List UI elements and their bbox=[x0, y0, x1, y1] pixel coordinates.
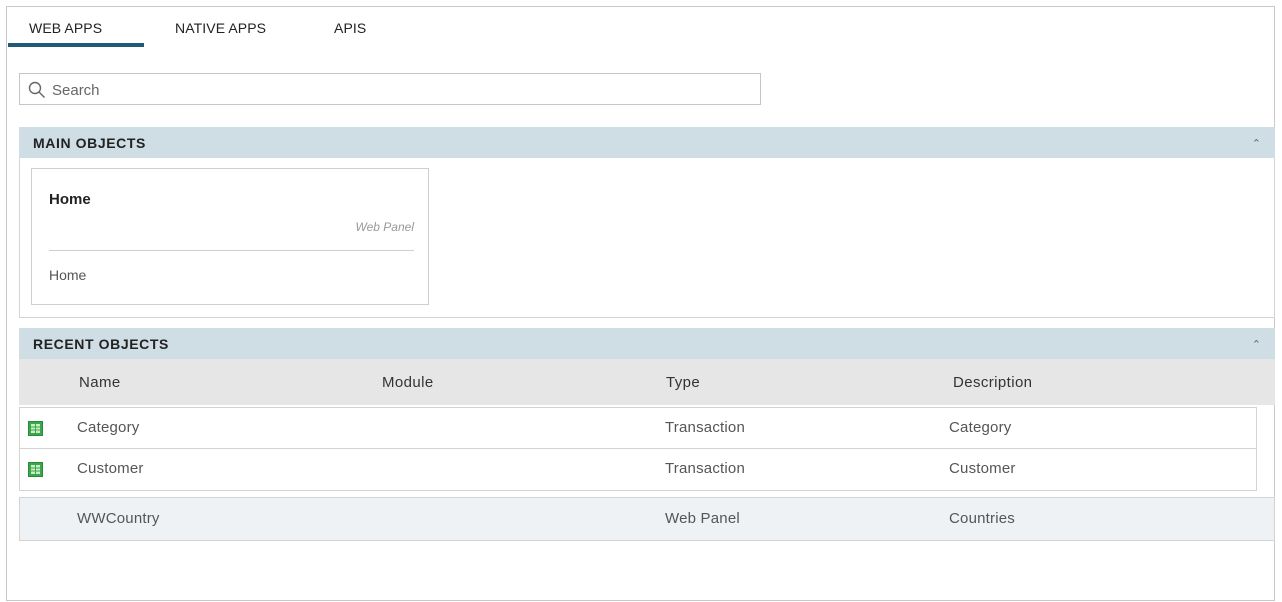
tab-apis[interactable]: APIS bbox=[334, 20, 366, 36]
search-box[interactable] bbox=[19, 73, 761, 105]
search-icon bbox=[28, 81, 45, 98]
cell-description: Customer bbox=[949, 460, 1016, 477]
cell-name: Customer bbox=[77, 460, 144, 477]
transaction-icon bbox=[28, 421, 43, 436]
section-title: MAIN OBJECTS bbox=[33, 135, 146, 151]
card-divider bbox=[49, 250, 414, 251]
column-header-module[interactable]: Module bbox=[382, 374, 434, 391]
cell-name: Category bbox=[77, 419, 140, 436]
section-title: RECENT OBJECTS bbox=[33, 336, 169, 352]
object-card-home[interactable]: Home Web Panel Home bbox=[31, 168, 429, 305]
tab-web-apps[interactable]: WEB APPS bbox=[29, 20, 102, 36]
main-objects-panel: Home Web Panel Home bbox=[19, 158, 1275, 318]
recent-objects-header[interactable]: RECENT OBJECTS ⌃ bbox=[19, 328, 1275, 359]
cell-description: Countries bbox=[949, 510, 1015, 527]
cell-type: Transaction bbox=[665, 419, 746, 436]
tab-bar: WEB APPS NATIVE APPS APIS bbox=[7, 7, 427, 49]
main-objects-header[interactable]: MAIN OBJECTS ⌃ bbox=[19, 127, 1275, 158]
cell-type: Transaction bbox=[665, 460, 746, 477]
card-description: Home bbox=[49, 267, 87, 283]
objects-panel: WEB APPS NATIVE APPS APIS MAIN OBJECTS ⌃… bbox=[6, 6, 1275, 601]
column-header-description[interactable]: Description bbox=[953, 374, 1032, 391]
cell-description: Category bbox=[949, 419, 1012, 436]
chevron-up-icon[interactable]: ⌃ bbox=[1252, 338, 1261, 351]
cell-name: WWCountry bbox=[77, 510, 160, 527]
column-header-type[interactable]: Type bbox=[666, 374, 700, 391]
table-row[interactable]: Category Transaction Category bbox=[19, 407, 1257, 449]
search-input[interactable] bbox=[50, 77, 754, 103]
table-row[interactable]: Customer Transaction Customer bbox=[19, 449, 1257, 491]
column-header-name[interactable]: Name bbox=[79, 374, 121, 391]
cell-type: Web Panel bbox=[665, 510, 740, 527]
transaction-icon bbox=[28, 462, 43, 477]
card-type: Web Panel bbox=[355, 220, 414, 234]
table-header: Name Module Type Description bbox=[19, 359, 1275, 405]
table-row[interactable]: WWCountry Web Panel Countries bbox=[19, 497, 1275, 541]
tab-native-apps[interactable]: NATIVE APPS bbox=[175, 20, 266, 36]
active-tab-indicator bbox=[8, 43, 144, 47]
chevron-up-icon[interactable]: ⌃ bbox=[1252, 137, 1261, 150]
card-title: Home bbox=[49, 191, 91, 208]
